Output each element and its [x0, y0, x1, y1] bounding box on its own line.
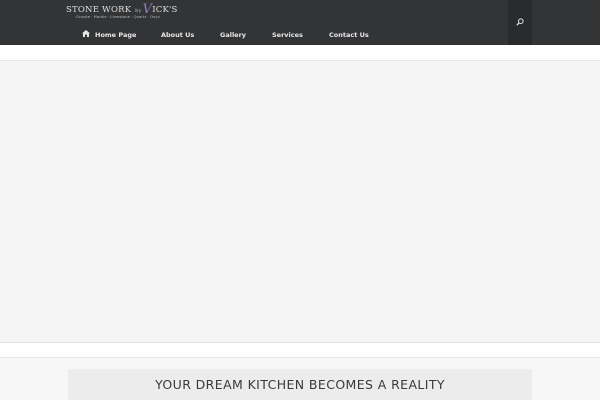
- logo-by-text: by: [135, 8, 142, 14]
- site-header: STONE WORK byVICK'S Granite · Marble · L…: [0, 0, 600, 45]
- nav-item-home-page[interactable]: Home Page: [95, 28, 136, 42]
- nav-item-gallery[interactable]: Gallery: [220, 28, 246, 42]
- banner-title: YOUR DREAM KITCHEN BECOMES A REALITY: [155, 377, 445, 392]
- search-icon[interactable]: [516, 18, 524, 26]
- content-spacer: [0, 343, 600, 358]
- main-navigation: Home Page About Us Gallery Services Cont…: [0, 28, 600, 42]
- site-logo[interactable]: STONE WORK byVICK'S Granite · Marble · L…: [66, 3, 177, 23]
- headline-banner: YOUR DREAM KITCHEN BECOMES A REALITY: [68, 369, 532, 400]
- hero-slider-area: [0, 60, 600, 343]
- header-spacer: [0, 45, 600, 60]
- nav-item-services[interactable]: Services: [272, 28, 303, 42]
- nav-item-contact-us[interactable]: Contact Us: [329, 28, 369, 42]
- logo-tagline: Granite · Marble · Limestone · Quartz · …: [76, 15, 160, 19]
- logo-brand-rest: ICK'S: [152, 5, 178, 15]
- logo-main-text: STONE WORK: [66, 5, 132, 15]
- nav-item-about-us[interactable]: About Us: [161, 28, 194, 42]
